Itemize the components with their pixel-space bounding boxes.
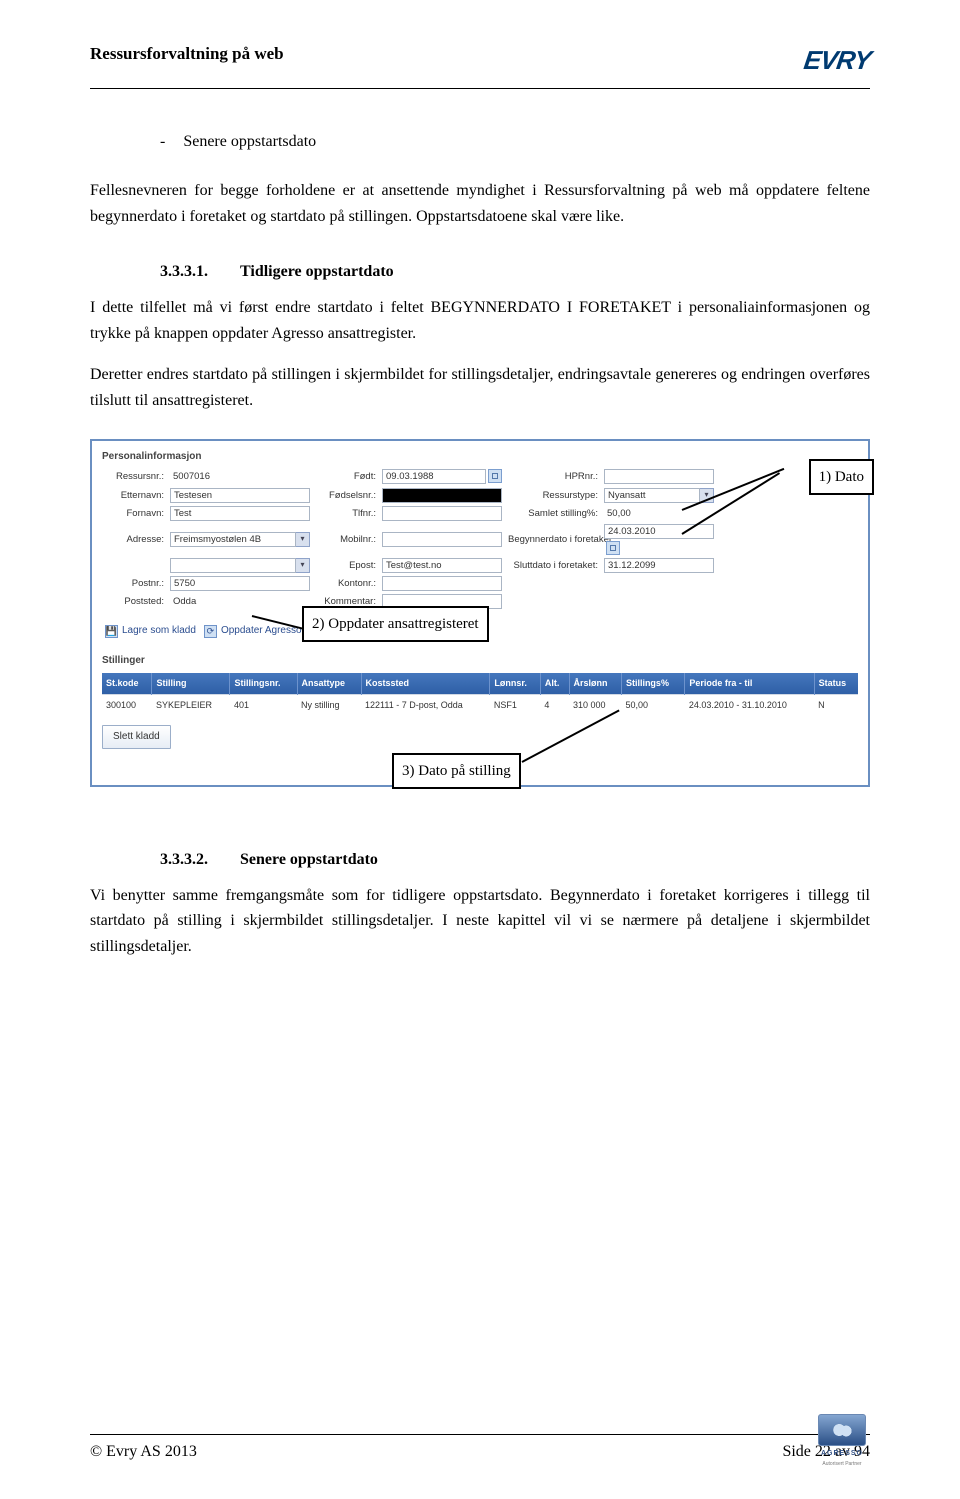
value-fodselsnr-redacted: [382, 488, 502, 503]
th-periode[interactable]: Periode fra - til: [685, 673, 814, 694]
lagre-som-kladd-button[interactable]: 💾 Lagre som kladd: [102, 621, 199, 641]
td-ansattype: Ny stilling: [297, 694, 361, 715]
label-adresse: Adresse:: [102, 532, 164, 547]
chevron-down-icon[interactable]: ▾: [296, 558, 310, 573]
td-lonnsr: NSF1: [490, 694, 541, 715]
screenshot-personalinfo: Personalinformasjon Ressursnr.: 5007016 …: [90, 439, 870, 787]
label-fodselsnr: Fødselsnr.:: [316, 488, 376, 503]
label-begynnerdato: Begynnerdato i foretaket:: [508, 532, 598, 547]
td-status: N: [814, 694, 858, 715]
label-fornavn: Fornavn:: [102, 506, 164, 521]
refresh-icon: ⟳: [204, 625, 217, 638]
th-kostssted[interactable]: Kostssted: [361, 673, 490, 694]
td-stillingsnr: 401: [230, 694, 297, 715]
section-title-tidligere: Tidligere oppstartdato: [240, 263, 394, 280]
input-sluttdato[interactable]: 31.12.2099: [604, 558, 714, 573]
logo-evry: EVRY: [804, 40, 870, 82]
td-stilling: SYKEPLEIER: [152, 694, 230, 715]
value-poststed: Odda: [170, 594, 310, 609]
th-stkode[interactable]: St.kode: [102, 673, 152, 694]
label-ressurstype: Ressurstype:: [508, 488, 598, 503]
th-stillingsnr[interactable]: Stillingsnr.: [230, 673, 297, 694]
label-postnr: Postnr.:: [102, 576, 164, 591]
date-picker-icon[interactable]: [488, 469, 502, 483]
header-divider: [90, 88, 870, 89]
td-periode: 24.03.2010 - 31.10.2010: [685, 694, 814, 715]
input-adresse[interactable]: Freimsmyostølen 4B: [170, 532, 296, 547]
input-postnr[interactable]: 5750: [170, 576, 310, 591]
th-stilling[interactable]: Stilling: [152, 673, 230, 694]
footer-copyright: © Evry AS 2013: [90, 1439, 197, 1465]
th-alt[interactable]: Alt.: [540, 673, 569, 694]
label-mobilnr: Mobilnr.:: [316, 532, 376, 547]
label-fodt: Født:: [316, 469, 376, 484]
input-fornavn[interactable]: Test: [170, 506, 310, 521]
fig-section-title: Personalinformasjon: [102, 449, 858, 465]
stillinger-title: Stillinger: [102, 653, 858, 669]
th-lonnsr[interactable]: Lønnsr.: [490, 673, 541, 694]
footer-divider: [90, 1434, 870, 1435]
slett-kladd-button[interactable]: Slett kladd: [102, 725, 171, 749]
agresso-text: AGRESSO: [821, 1448, 863, 1459]
th-ansattype[interactable]: Ansattype: [297, 673, 361, 694]
stillinger-table: St.kode Stilling Stillingsnr. Ansattype …: [102, 673, 858, 715]
label-hprnr: HPRnr.:: [508, 469, 598, 484]
input-fodt[interactable]: 09.03.1988: [382, 469, 486, 484]
td-alt: 4: [540, 694, 569, 715]
callout-oppdater: 2) Oppdater ansattregisteret: [302, 606, 489, 642]
section-title-senere: Senere oppstartdato: [240, 851, 378, 868]
td-stkode: 300100: [102, 694, 152, 715]
input-mobilnr[interactable]: [382, 532, 502, 547]
input-hprnr[interactable]: [604, 469, 714, 484]
value-ressursnr: 5007016: [170, 469, 310, 484]
section-number-3331: 3.3.3.1.: [160, 263, 208, 280]
th-status[interactable]: Status: [814, 673, 858, 694]
select-ressurstype[interactable]: Nyansatt: [604, 488, 700, 503]
date-picker-icon[interactable]: [606, 541, 620, 555]
th-stillingspct[interactable]: Stillings%: [621, 673, 684, 694]
label-sluttdato: Sluttdato i foretaket:: [508, 558, 598, 573]
section-number-3332: 3.3.3.2.: [160, 851, 208, 868]
lagre-label: Lagre som kladd: [122, 623, 196, 639]
label-samlet-stilling: Samlet stilling%:: [508, 506, 598, 521]
input-epost[interactable]: Test@test.no: [382, 558, 502, 573]
paragraph-tilfellet: I dette tilfellet må vi først endre star…: [90, 295, 870, 346]
save-icon: 💾: [105, 625, 118, 638]
paragraph-fellesnevner: Fellesnevneren for begge forholdene er a…: [90, 178, 870, 229]
input-etternavn[interactable]: Testesen: [170, 488, 310, 503]
chevron-down-icon[interactable]: ▾: [296, 532, 310, 547]
value-samlet-stilling: 50,00: [604, 506, 714, 521]
paragraph-deretter: Deretter endres startdato på stillingen …: [90, 362, 870, 413]
input-tlfnr[interactable]: [382, 506, 502, 521]
label-poststed: Poststed:: [102, 594, 164, 609]
label-kontonr: Kontonr.:: [316, 576, 376, 591]
paragraph-benytter: Vi benytter samme fremgangsmåte som for …: [90, 883, 870, 960]
th-arslonn[interactable]: Årslønn: [569, 673, 621, 694]
td-stillingspct: 50,00: [621, 694, 684, 715]
agresso-subtext: Autorisert Partner: [822, 1460, 861, 1468]
input-adresse-2[interactable]: [170, 558, 296, 573]
agresso-logo: AGRESSO Autorisert Partner: [814, 1414, 870, 1467]
doc-title: Ressursforvaltning på web: [90, 40, 284, 67]
td-kostssted: 122111 - 7 D-post, Odda: [361, 694, 490, 715]
label-ressursnr: Ressursnr.:: [102, 469, 164, 484]
table-row[interactable]: 300100 SYKEPLEIER 401 Ny stilling 122111…: [102, 694, 858, 715]
input-begynnerdato[interactable]: 24.03.2010: [604, 524, 714, 539]
input-kontonr[interactable]: [382, 576, 502, 591]
label-tlfnr: Tlfnr.:: [316, 506, 376, 521]
callout-dato-stilling: 3) Dato på stilling: [392, 753, 521, 789]
callout-dato: 1) Dato: [809, 459, 874, 495]
label-etternavn: Etternavn:: [102, 488, 164, 503]
label-epost: Epost:: [316, 558, 376, 573]
bullet-senere-oppstart: Senere oppstartsdato: [160, 129, 870, 155]
callout-line: [522, 710, 620, 763]
